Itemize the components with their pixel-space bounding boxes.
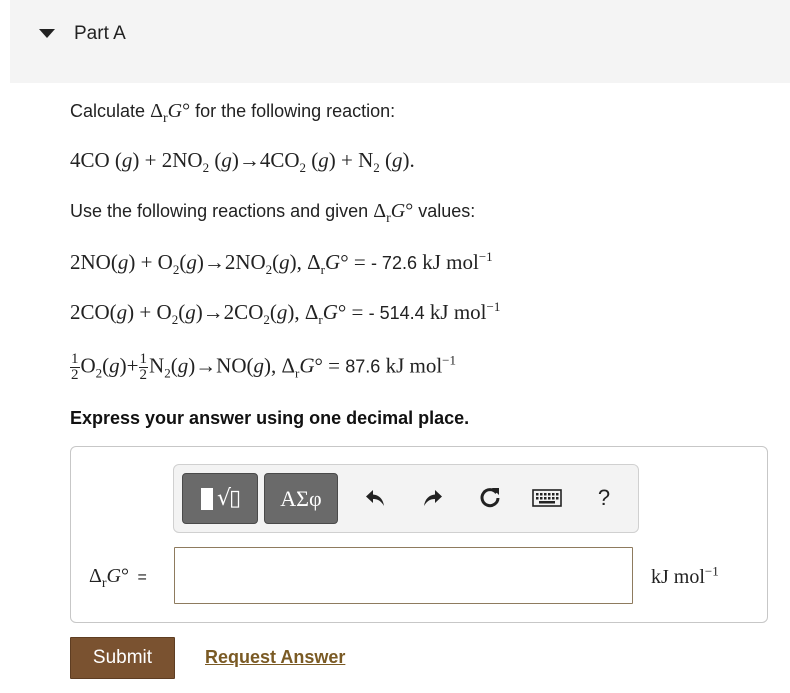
templates-button[interactable]: √▯ xyxy=(182,473,258,524)
delta-g-symbol: ΔrG° xyxy=(150,100,191,126)
answer-box: √▯ ΑΣφ ? ΔrG° = kJ mol−1 xyxy=(70,446,768,623)
fraction-half: 12 xyxy=(138,351,149,383)
keyboard-button[interactable] xyxy=(530,483,564,513)
given-reaction-2: 2CO(g) + O2(g)→2CO2(g), ΔrG° = - 514.4 k… xyxy=(70,299,501,328)
fraction-half: 12 xyxy=(70,351,80,383)
undo-button[interactable] xyxy=(360,483,390,513)
help-button[interactable]: ? xyxy=(589,483,619,513)
reaction-1-value: - 72.6 xyxy=(370,253,417,273)
part-title: Part A xyxy=(74,23,126,44)
question-prompt: Calculate ΔrG° for the following reactio… xyxy=(70,100,395,127)
given-reaction-3: 1 2 O2(g)+ 1 2 N2(g)→NO(g), ΔrG° = 87.6 kJ mo… xyxy=(70,351,457,383)
keyboard-icon xyxy=(532,489,562,507)
redo-icon xyxy=(424,490,442,506)
submit-button[interactable]: Submit xyxy=(70,637,175,679)
reaction-3-value: 87.6 xyxy=(345,356,381,377)
part-header[interactable]: Part A xyxy=(10,0,790,83)
delta-g-symbol: ΔrG° xyxy=(373,200,414,226)
prompt-before: Calculate xyxy=(70,101,146,121)
answer-label: ΔrG° = xyxy=(89,565,147,592)
undo-icon xyxy=(366,490,384,506)
given-intro-before: Use the following reactions and given xyxy=(70,201,369,221)
given-reaction-1: 2NO(g) + O2(g)→2NO2(g), ΔrG° = - 72.6 kJ… xyxy=(70,249,493,278)
redo-button[interactable] xyxy=(418,483,448,513)
delta-g-symbol: ΔrG° xyxy=(89,565,129,591)
reaction-2-value: - 514.4 xyxy=(368,303,425,323)
templates-icon: √▯ xyxy=(200,486,241,511)
given-intro-after: values: xyxy=(418,201,476,221)
reset-icon xyxy=(480,488,500,508)
main-reaction: 4CO (g) + 2NO2 (g)→4CO2 (g) + N2 (g). xyxy=(70,148,415,176)
answer-input[interactable] xyxy=(174,547,633,604)
given-intro: Use the following reactions and given Δr… xyxy=(70,200,475,227)
collapse-caret-icon[interactable] xyxy=(39,29,55,38)
prompt-after: for the following reaction: xyxy=(195,101,396,121)
answer-unit: kJ mol−1 xyxy=(651,563,719,588)
math-toolbar: √▯ ΑΣφ ? xyxy=(173,464,639,533)
greek-symbols-button[interactable]: ΑΣφ xyxy=(264,473,338,524)
request-answer-link[interactable]: Request Answer xyxy=(205,647,345,668)
equals-sign: = xyxy=(137,569,147,586)
reset-button[interactable] xyxy=(475,483,505,513)
answer-instruction: Express your answer using one decimal pl… xyxy=(70,408,470,428)
